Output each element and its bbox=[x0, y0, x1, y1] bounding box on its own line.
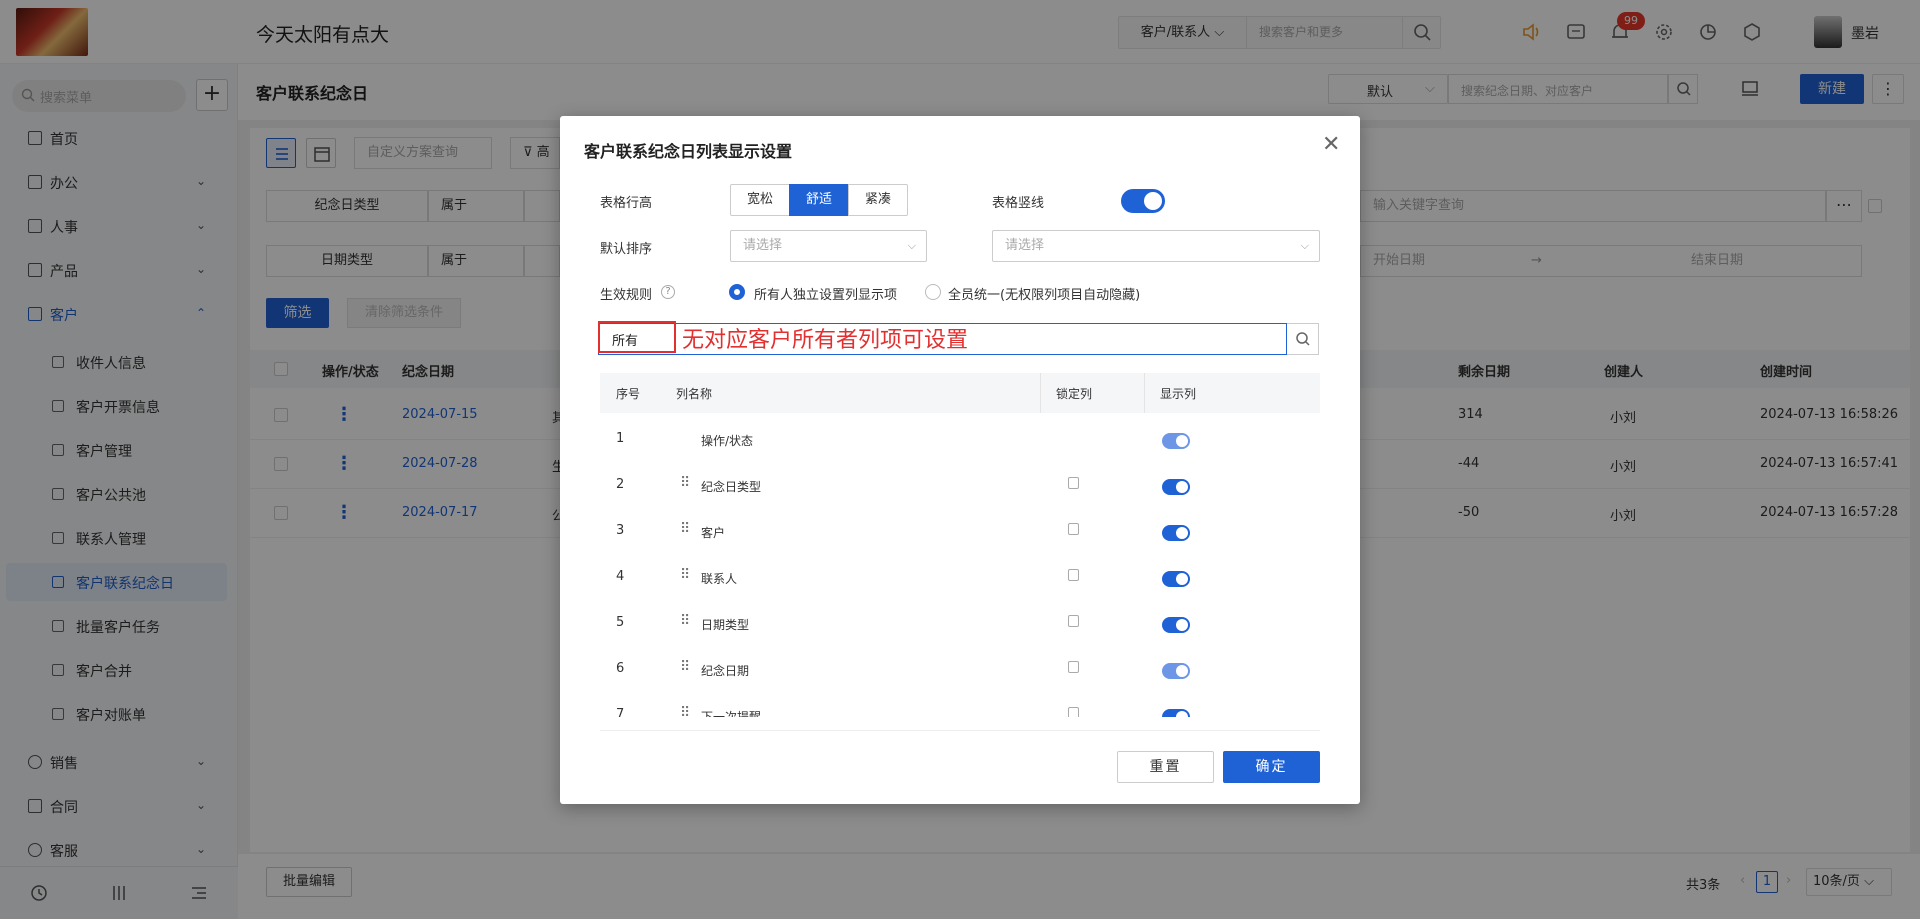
drag-handle-icon[interactable]: ⠿ bbox=[680, 521, 690, 537]
show-column-toggle[interactable] bbox=[1162, 709, 1190, 717]
reset-button[interactable]: 重置 bbox=[1117, 751, 1214, 783]
row-height-compact[interactable]: 紧凑 bbox=[848, 184, 908, 216]
column-row[interactable]: 5 ⠿ 日期类型 bbox=[600, 601, 1320, 647]
rule-unified-radio[interactable] bbox=[925, 284, 941, 300]
drag-handle-icon[interactable]: ⠿ bbox=[680, 567, 690, 583]
annotation-note: 无对应客户所有者列项可设置 bbox=[682, 328, 969, 353]
default-sort-label: 默认排序 bbox=[600, 242, 653, 257]
show-column-toggle[interactable] bbox=[1162, 479, 1190, 495]
chevron-down-icon: ⌵ bbox=[1300, 239, 1309, 252]
show-column-toggle[interactable] bbox=[1162, 571, 1190, 587]
drag-handle-icon[interactable]: ⠿ bbox=[680, 659, 690, 675]
show-column-toggle[interactable] bbox=[1162, 433, 1190, 449]
lock-icon[interactable] bbox=[1068, 707, 1079, 717]
column-row[interactable]: 4 ⠿ 联系人 bbox=[600, 555, 1320, 601]
drag-handle-icon[interactable]: ⠿ bbox=[680, 613, 690, 629]
lock-icon[interactable] bbox=[1068, 615, 1079, 627]
lock-icon[interactable] bbox=[1068, 523, 1079, 535]
rule-label: 生效规则 bbox=[600, 288, 653, 303]
row-height-comfortable[interactable]: 舒适 bbox=[789, 184, 849, 216]
rule-individual-radio[interactable] bbox=[729, 284, 745, 300]
show-column-toggle[interactable] bbox=[1162, 663, 1190, 679]
chevron-down-icon: ⌵ bbox=[907, 239, 916, 252]
row-height-loose[interactable]: 宽松 bbox=[730, 184, 790, 216]
rule-unified-label[interactable]: 全员统一(无权限列项目自动隐藏) bbox=[948, 284, 1140, 303]
vertical-lines-label: 表格竖线 bbox=[992, 196, 1045, 211]
lock-icon[interactable] bbox=[1068, 569, 1079, 581]
column-table-header: 序号 列名称 锁定列 显示列 bbox=[600, 373, 1320, 413]
column-row[interactable]: 7 ⠿ 下一次提醒 bbox=[600, 693, 1320, 717]
modal-divider bbox=[600, 730, 1320, 731]
drag-handle-icon[interactable]: ⠿ bbox=[680, 705, 690, 717]
sort-order-select[interactable]: 请选择 ⌵ bbox=[992, 230, 1320, 262]
rule-individual-label[interactable]: 所有人独立设置列显示项 bbox=[754, 284, 897, 303]
column-row[interactable]: 6 ⠿ 纪念日期 bbox=[600, 647, 1320, 693]
column-search-value: 所有 bbox=[612, 334, 639, 349]
modal-title: 客户联系纪念日列表显示设置 bbox=[584, 142, 793, 161]
lock-icon[interactable] bbox=[1068, 661, 1079, 673]
vertical-lines-toggle[interactable] bbox=[1121, 189, 1165, 213]
close-icon[interactable]: ✕ bbox=[1322, 132, 1340, 157]
column-row: 1 操作/状态 bbox=[600, 417, 1320, 463]
row-height-label: 表格行高 bbox=[600, 196, 653, 211]
show-column-toggle[interactable] bbox=[1162, 525, 1190, 541]
sort-field-select[interactable]: 请选择 ⌵ bbox=[730, 230, 927, 262]
drag-handle-icon[interactable]: ⠿ bbox=[680, 475, 690, 491]
column-row[interactable]: 2 ⠿ 纪念日类型 bbox=[600, 463, 1320, 509]
search-icon[interactable] bbox=[1287, 323, 1319, 355]
help-icon[interactable]: ? bbox=[661, 285, 675, 299]
column-row[interactable]: 3 ⠿ 客户 bbox=[600, 509, 1320, 555]
show-column-toggle[interactable] bbox=[1162, 617, 1190, 633]
confirm-button[interactable]: 确定 bbox=[1223, 751, 1320, 783]
lock-icon[interactable] bbox=[1068, 477, 1079, 489]
